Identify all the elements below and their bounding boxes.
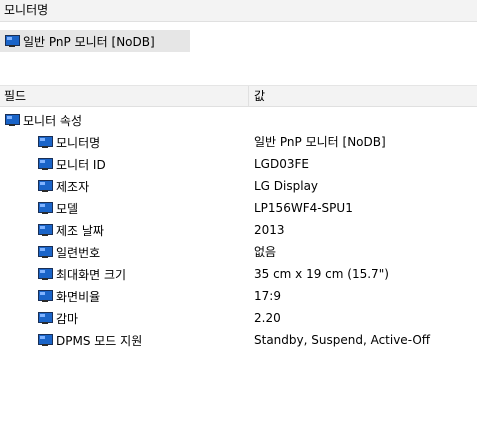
property-tree: 모니터 속성 모니터명 일반 PnP 모니터 [NoDB] 모니터 ID LGD03F… <box>0 109 477 351</box>
property-value: 17:9 <box>254 289 281 303</box>
property-key: 감마 <box>37 307 78 329</box>
property-key: 모델 <box>37 197 78 219</box>
monitor-icon <box>37 245 53 259</box>
monitor-icon <box>37 201 53 215</box>
property-key-label: 모니터 ID <box>56 157 106 172</box>
property-key: 제조자 <box>37 175 89 197</box>
property-row[interactable]: 제조자 LG Display <box>0 175 477 197</box>
monitor-icon <box>37 179 53 193</box>
monitor-icon <box>37 223 53 237</box>
property-key: 제조 날짜 <box>37 219 104 241</box>
property-group-label: 모니터 속성 <box>23 113 83 128</box>
monitor-icon <box>37 289 53 303</box>
property-key: 최대화면 크기 <box>37 263 126 285</box>
property-value: LG Display <box>254 179 319 193</box>
monitor-icon <box>4 34 20 48</box>
column-header-field[interactable]: 필드 <box>4 86 26 106</box>
property-value: Standby, Suspend, Active-Off <box>254 333 431 347</box>
property-value: 2013 <box>254 223 285 237</box>
list-header[interactable]: 모니터명 <box>0 0 477 22</box>
property-key: 일련번호 <box>37 241 100 263</box>
device-list-item[interactable]: 일반 PnP 모니터 [NoDB] <box>0 30 190 52</box>
property-row[interactable]: 모델 LP156WF4-SPU1 <box>0 197 477 219</box>
property-key-label: 감마 <box>56 311 79 326</box>
property-key-label: 제조 날짜 <box>56 223 104 238</box>
property-value: 일반 PnP 모니터 [NoDB] <box>254 135 386 149</box>
device-name: 일반 PnP 모니터 [NoDB] <box>23 34 155 49</box>
column-divider[interactable] <box>248 86 249 106</box>
property-key: DPMS 모드 지원 <box>37 329 142 351</box>
property-key: 모니터명 <box>37 131 100 153</box>
monitor-icon <box>4 113 20 127</box>
monitor-icon <box>37 333 53 347</box>
property-value: LGD03FE <box>254 157 309 171</box>
property-row[interactable]: 일련번호 없음 <box>0 241 477 263</box>
property-row[interactable]: 제조 날짜 2013 <box>0 219 477 241</box>
property-key-label: 모니터명 <box>56 135 101 150</box>
monitor-icon <box>37 157 53 171</box>
property-value: LP156WF4-SPU1 <box>254 201 353 215</box>
list-header-title: 모니터명 <box>4 3 49 17</box>
property-value: 2.20 <box>254 311 281 325</box>
property-row[interactable]: 감마 2.20 <box>0 307 477 329</box>
property-row[interactable]: DPMS 모드 지원 Standby, Suspend, Active-Off <box>0 329 477 351</box>
column-header-value[interactable]: 값 <box>254 86 265 106</box>
property-key-label: 최대화면 크기 <box>56 267 127 282</box>
property-key-label: 일련번호 <box>56 245 101 260</box>
property-row[interactable]: 화면비율 17:9 <box>0 285 477 307</box>
property-key: 모니터 ID <box>37 153 106 175</box>
property-key-label: 화면비율 <box>56 289 101 304</box>
property-row[interactable]: 모니터명 일반 PnP 모니터 [NoDB] <box>0 131 477 153</box>
property-row[interactable]: 모니터 ID LGD03FE <box>0 153 477 175</box>
property-value: 35 cm x 19 cm (15.7") <box>254 267 389 281</box>
property-key: 화면비율 <box>37 285 100 307</box>
column-header: 필드 값 <box>0 85 477 107</box>
property-value: 없음 <box>254 245 277 259</box>
property-group[interactable]: 모니터 속성 <box>0 109 477 131</box>
property-key-label: 제조자 <box>56 179 90 194</box>
property-row[interactable]: 최대화면 크기 35 cm x 19 cm (15.7") <box>0 263 477 285</box>
property-key-label: 모델 <box>56 201 79 216</box>
monitor-icon <box>37 267 53 281</box>
monitor-icon <box>37 311 53 325</box>
monitor-icon <box>37 135 53 149</box>
property-key-label: DPMS 모드 지원 <box>56 333 143 348</box>
